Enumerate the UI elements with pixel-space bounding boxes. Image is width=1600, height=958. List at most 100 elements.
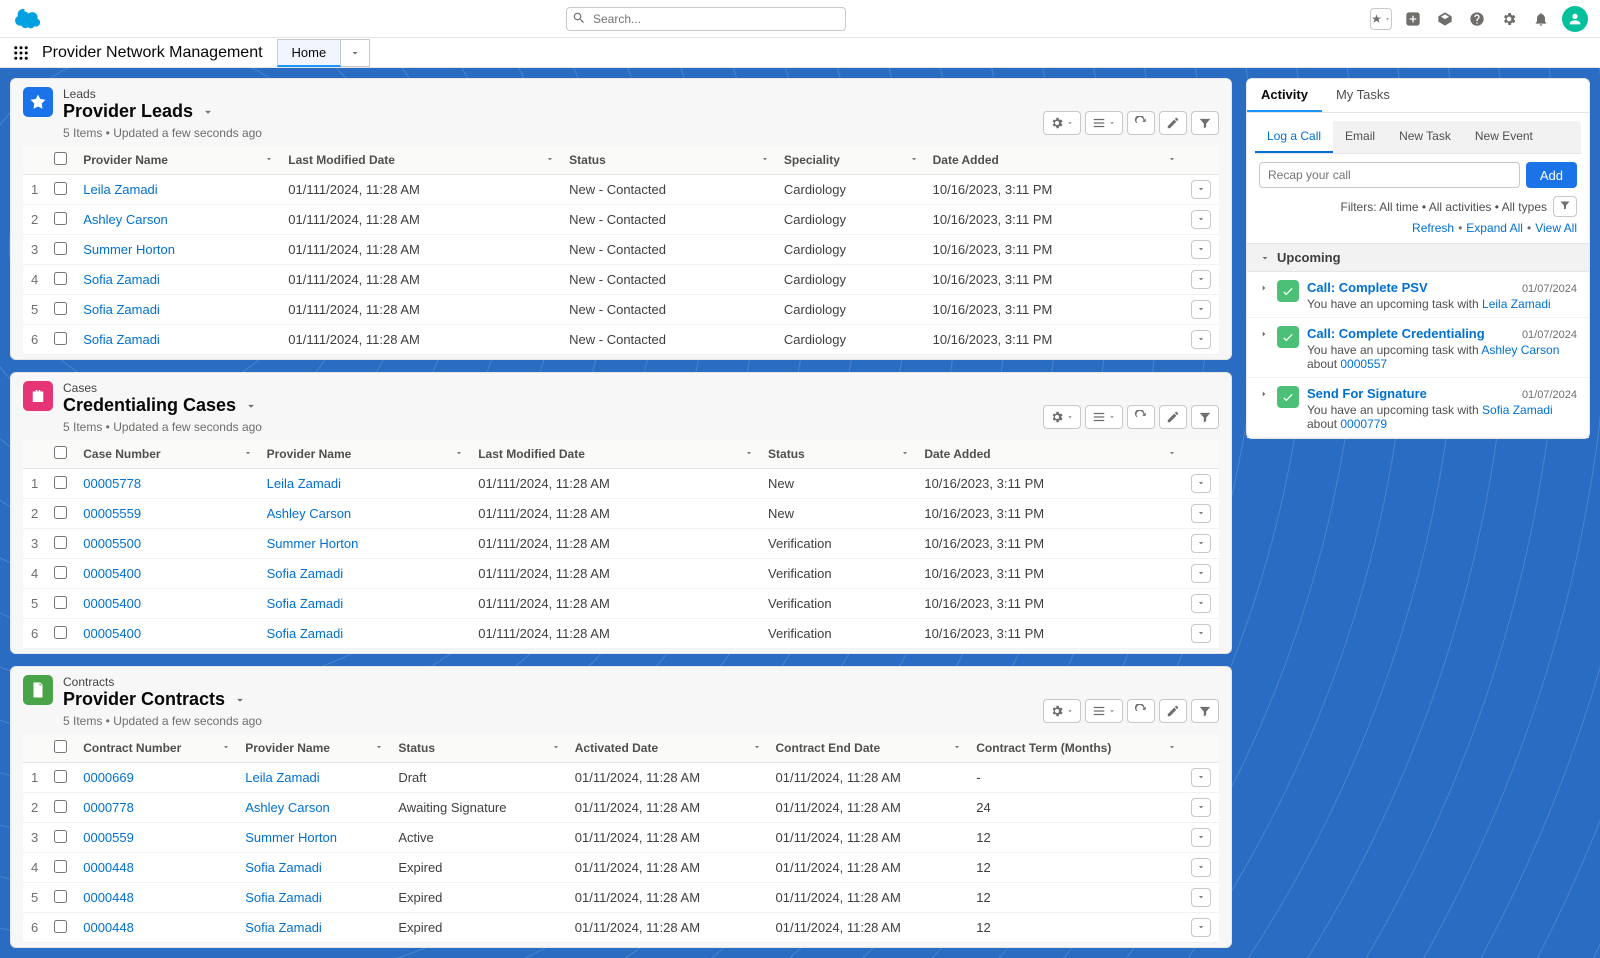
contracts-edit-button[interactable] — [1159, 699, 1187, 723]
chevron-down-icon[interactable] — [1167, 448, 1177, 458]
cell-link[interactable]: Sofia Zamadi — [267, 596, 344, 611]
chevron-down-icon[interactable] — [744, 448, 754, 458]
cell-link[interactable]: Sofia Zamadi — [83, 332, 160, 347]
row-actions-button[interactable] — [1191, 270, 1211, 289]
leads-col-3[interactable]: Speciality — [776, 146, 925, 175]
contracts-col-3[interactable]: Activated Date — [567, 734, 768, 763]
activity-link[interactable]: Sofia Zamadi — [1482, 403, 1553, 417]
leads-filter-button[interactable] — [1191, 111, 1219, 135]
cell-link[interactable]: Ashley Carson — [245, 800, 330, 815]
cell-link[interactable]: Summer Horton — [267, 536, 359, 551]
cell-link[interactable]: 0000559 — [83, 830, 134, 845]
cell-link[interactable]: 0000778 — [83, 800, 134, 815]
action-tab-new-task[interactable]: New Task — [1387, 121, 1463, 153]
row-actions-button[interactable] — [1191, 330, 1211, 349]
cases-edit-button[interactable] — [1159, 405, 1187, 429]
cell-link[interactable]: Summer Horton — [83, 242, 175, 257]
row-checkbox[interactable] — [54, 566, 67, 579]
cell-link[interactable]: 00005400 — [83, 596, 141, 611]
leads-col-4[interactable]: Date Added — [925, 146, 1183, 175]
cell-link[interactable]: 00005400 — [83, 626, 141, 641]
cell-link[interactable]: 0000448 — [83, 890, 134, 905]
row-actions-button[interactable] — [1191, 240, 1211, 259]
chevron-right-icon[interactable] — [1259, 389, 1269, 399]
row-actions-button[interactable] — [1191, 798, 1211, 817]
row-checkbox[interactable] — [54, 920, 67, 933]
contracts-col-2[interactable]: Status — [390, 734, 566, 763]
cases-listview-dropdown[interactable] — [244, 399, 258, 413]
row-actions-button[interactable] — [1191, 624, 1211, 643]
upcoming-section-header[interactable]: Upcoming — [1247, 243, 1589, 272]
filter-button[interactable] — [1553, 196, 1577, 217]
side-tab-activity[interactable]: Activity — [1247, 79, 1322, 112]
chevron-right-icon[interactable] — [1259, 283, 1269, 293]
leads-select-all[interactable] — [54, 152, 67, 165]
chevron-down-icon[interactable] — [752, 742, 762, 752]
leads-col-1[interactable]: Last Modified Date — [280, 146, 561, 175]
cell-link[interactable]: Sofia Zamadi — [245, 920, 322, 935]
activity-title[interactable]: Call: Complete Credentialing — [1307, 326, 1485, 341]
row-actions-button[interactable] — [1191, 858, 1211, 877]
cell-link[interactable]: 00005559 — [83, 506, 141, 521]
refresh-link[interactable]: Refresh — [1412, 221, 1454, 235]
contracts-display-button[interactable] — [1085, 699, 1123, 723]
row-checkbox[interactable] — [54, 800, 67, 813]
favorites-button[interactable] — [1370, 8, 1392, 30]
chevron-down-icon[interactable] — [952, 742, 962, 752]
chevron-down-icon[interactable] — [551, 742, 561, 752]
chevron-down-icon[interactable] — [264, 154, 274, 164]
row-checkbox[interactable] — [54, 830, 67, 843]
side-tab-mytasks[interactable]: My Tasks — [1322, 79, 1404, 112]
contracts-col-5[interactable]: Contract Term (Months) — [968, 734, 1183, 763]
row-checkbox[interactable] — [54, 212, 67, 225]
setup-gear-button[interactable] — [1498, 8, 1520, 30]
leads-listview-dropdown[interactable] — [201, 105, 215, 119]
cell-link[interactable]: Leila Zamadi — [83, 182, 157, 197]
cases-col-3[interactable]: Status — [760, 440, 916, 469]
row-checkbox[interactable] — [54, 890, 67, 903]
cell-link[interactable]: Leila Zamadi — [267, 476, 341, 491]
activity-link[interactable]: Ashley Carson — [1481, 343, 1559, 357]
cell-link[interactable]: Sofia Zamadi — [83, 302, 160, 317]
cell-link[interactable]: Ashley Carson — [83, 212, 168, 227]
chevron-down-icon[interactable] — [221, 742, 231, 752]
leads-edit-button[interactable] — [1159, 111, 1187, 135]
help-button[interactable] — [1466, 8, 1488, 30]
row-actions-button[interactable] — [1191, 300, 1211, 319]
chevron-right-icon[interactable] — [1259, 329, 1269, 339]
action-tab-log-call[interactable]: Log a Call — [1255, 121, 1333, 153]
leads-col-0[interactable]: Provider Name — [75, 146, 280, 175]
cases-col-0[interactable]: Case Number — [75, 440, 258, 469]
cell-link[interactable]: 00005500 — [83, 536, 141, 551]
contracts-col-1[interactable]: Provider Name — [237, 734, 390, 763]
recap-call-input[interactable] — [1259, 162, 1520, 188]
chevron-down-icon[interactable] — [909, 154, 919, 164]
activity-title[interactable]: Send For Signature — [1307, 386, 1427, 401]
cell-link[interactable]: 00005400 — [83, 566, 141, 581]
contracts-col-4[interactable]: Contract End Date — [768, 734, 969, 763]
chevron-down-icon[interactable] — [900, 448, 910, 458]
cell-link[interactable]: Summer Horton — [245, 830, 337, 845]
cell-link[interactable]: Sofia Zamadi — [245, 860, 322, 875]
row-checkbox[interactable] — [54, 476, 67, 489]
cases-filter-button[interactable] — [1191, 405, 1219, 429]
row-actions-button[interactable] — [1191, 534, 1211, 553]
action-tab-new-event[interactable]: New Event — [1463, 121, 1545, 153]
row-actions-button[interactable] — [1191, 564, 1211, 583]
contracts-settings-button[interactable] — [1043, 699, 1081, 723]
cell-link[interactable]: 0000448 — [83, 860, 134, 875]
row-checkbox[interactable] — [54, 242, 67, 255]
cell-link[interactable]: Sofia Zamadi — [267, 566, 344, 581]
activity-link[interactable]: 0000779 — [1340, 417, 1387, 431]
cases-col-4[interactable]: Date Added — [916, 440, 1183, 469]
leads-settings-button[interactable] — [1043, 111, 1081, 135]
contracts-refresh-button[interactable] — [1127, 699, 1155, 723]
cell-link[interactable]: 0000448 — [83, 920, 134, 935]
row-checkbox[interactable] — [54, 302, 67, 315]
row-actions-button[interactable] — [1191, 828, 1211, 847]
cell-link[interactable]: 0000669 — [83, 770, 134, 785]
chevron-down-icon[interactable] — [760, 154, 770, 164]
add-button[interactable]: Add — [1526, 162, 1577, 188]
chevron-down-icon[interactable] — [374, 742, 384, 752]
row-actions-button[interactable] — [1191, 918, 1211, 937]
